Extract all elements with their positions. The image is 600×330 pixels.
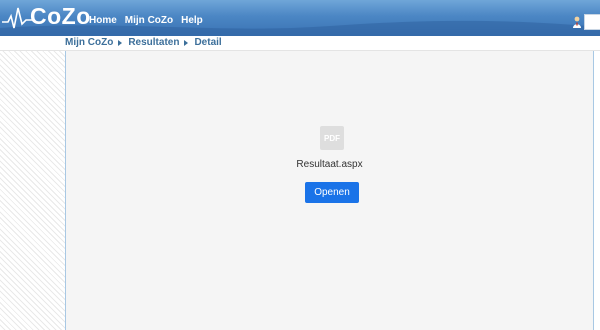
breadcrumb-resultaten[interactable]: Resultaten bbox=[128, 37, 179, 48]
nav-help[interactable]: Help bbox=[181, 15, 203, 26]
nav-home[interactable]: Home bbox=[89, 15, 117, 26]
right-margin bbox=[593, 51, 600, 330]
chevron-right-icon bbox=[184, 39, 189, 46]
document-viewer: PDF Resultaat.aspx Openen bbox=[66, 51, 593, 330]
main-nav: Home Mijn CoZo Help bbox=[89, 15, 211, 26]
logo-text: CoZo bbox=[30, 3, 91, 29]
nav-mijn-cozo[interactable]: Mijn CoZo bbox=[125, 15, 173, 26]
pdf-icon: PDF bbox=[320, 126, 344, 150]
chevron-right-icon bbox=[118, 39, 123, 46]
breadcrumb: Mijn CoZo Resultaten Detail bbox=[0, 36, 600, 51]
breadcrumb-mijn-cozo[interactable]: Mijn CoZo bbox=[65, 37, 113, 48]
pdf-icon-label: PDF bbox=[324, 133, 340, 143]
left-margin bbox=[0, 51, 65, 330]
breadcrumb-detail: Detail bbox=[194, 37, 222, 48]
search-input[interactable] bbox=[584, 14, 600, 30]
open-button[interactable]: Openen bbox=[305, 182, 359, 203]
file-name: Resultaat.aspx bbox=[296, 159, 363, 170]
top-header: CoZo Home Mijn CoZo Help bbox=[0, 0, 600, 36]
user-icon[interactable] bbox=[572, 16, 582, 28]
cozo-logo[interactable]: CoZo bbox=[2, 0, 90, 34]
